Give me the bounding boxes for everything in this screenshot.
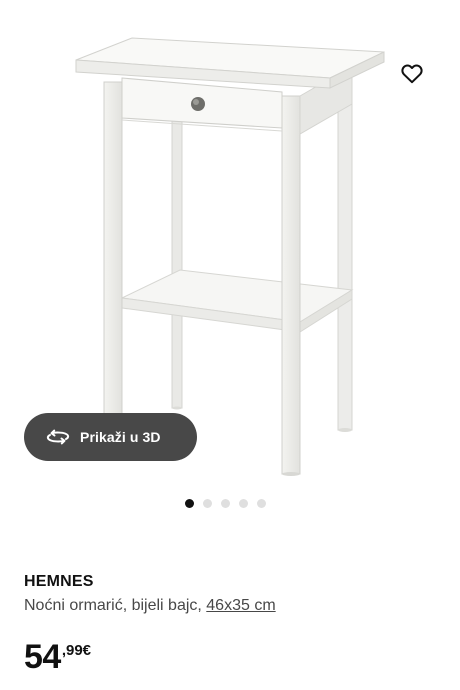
product-size-link[interactable]: 46x35 cm	[206, 597, 275, 614]
view-3d-label: Prikaži u 3D	[80, 429, 161, 445]
price-whole: 54	[24, 638, 61, 676]
carousel-dot-1[interactable]	[185, 499, 194, 508]
product-description: Noćni ormarić, bijeli bajc, 46x35 cm	[24, 597, 276, 615]
price-decimal: ,99€	[61, 642, 92, 659]
3d-rotate-icon	[45, 427, 71, 447]
carousel-dot-4[interactable]	[239, 499, 248, 508]
carousel-dot-2[interactable]	[203, 499, 212, 508]
favorite-button[interactable]	[396, 58, 428, 90]
image-carousel-dots	[185, 499, 266, 508]
view-3d-button[interactable]: Prikaži u 3D	[24, 413, 197, 461]
product-name: HEMNES	[24, 573, 94, 590]
product-description-text: Noćni ormarić, bijeli bajc,	[24, 597, 207, 614]
carousel-dot-3[interactable]	[221, 499, 230, 508]
heart-icon	[401, 64, 423, 84]
product-price: 54 ,99€	[24, 637, 91, 677]
carousel-dot-5[interactable]	[257, 499, 266, 508]
